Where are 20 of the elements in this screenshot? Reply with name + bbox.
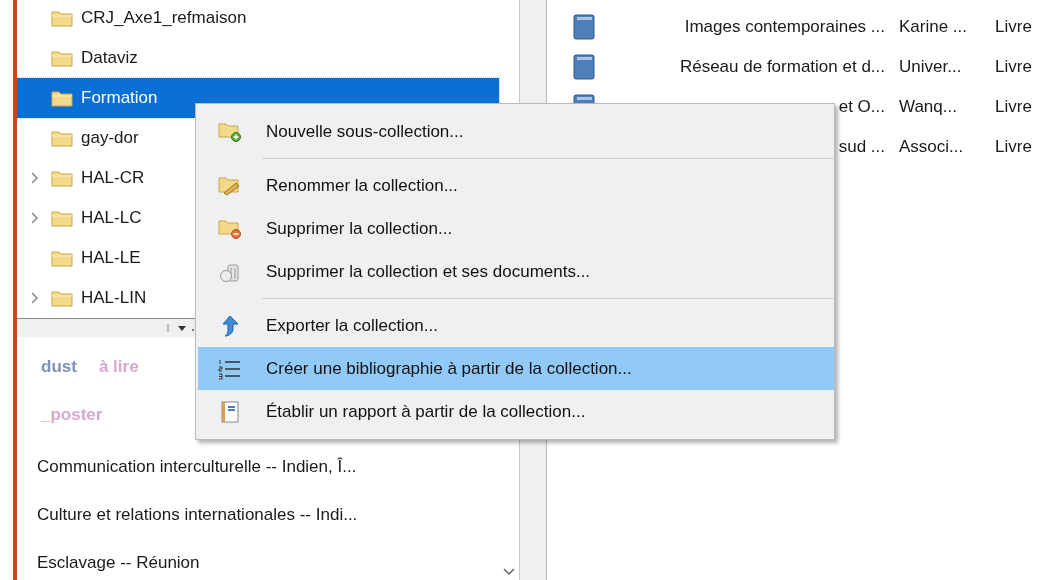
item-creator: Associ... [899,137,965,157]
item-title: Images contemporaines ... [683,17,885,37]
collection-label: HAL-CR [81,168,145,188]
collection-label: HAL-LE [81,248,141,268]
collection-label: gay-dor [81,128,139,148]
item-creator: Karine ... [899,17,969,37]
item-title: et O... [837,97,885,117]
item-title: sud ... [837,137,885,157]
item-title: Réseau de formation et d... [678,57,885,77]
item-type: Livre [995,57,1032,77]
collection-label: CRJ_Axe1_refmaison [81,8,247,28]
collection-label: HAL-LC [81,208,142,228]
item-type: Livre [995,17,1032,37]
item-creator: Univer... [899,57,963,77]
item-creator: Wanq... [899,97,958,117]
collection-label: Formation [81,88,158,108]
item-type: Livre [995,137,1032,157]
item-type: Livre [995,97,1032,117]
collection-label: HAL-LIN [81,288,147,308]
collection-label: Dataviz [81,48,138,68]
